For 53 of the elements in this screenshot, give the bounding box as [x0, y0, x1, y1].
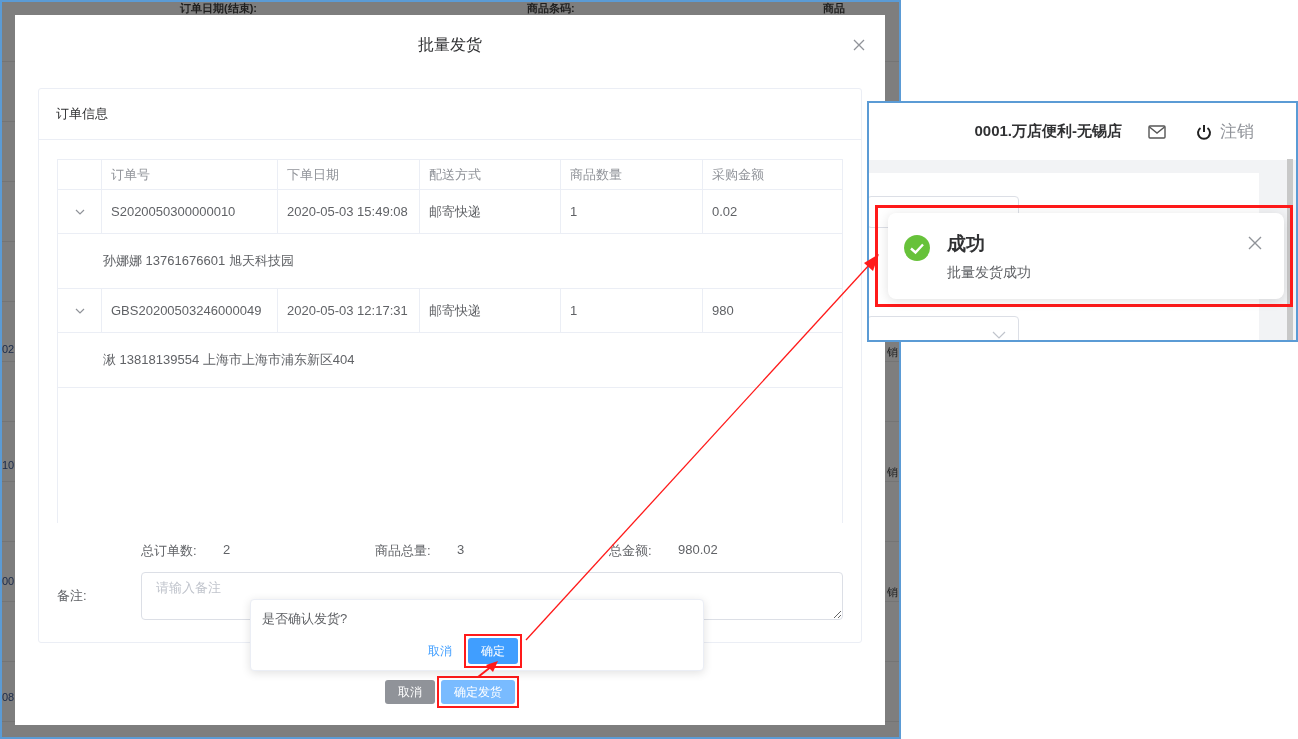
- column-header: 订单号: [102, 160, 278, 189]
- logout-link[interactable]: 注销: [1196, 120, 1254, 143]
- summary-value: 980.02: [678, 542, 718, 559]
- table-cell: GBS20200503246000049: [102, 289, 278, 332]
- address-text: 湫 13818139554 上海市上海市浦东新区404: [103, 351, 355, 369]
- power-icon: [1196, 123, 1212, 140]
- form-label: 订单日期(结束):: [180, 2, 257, 14]
- close-icon[interactable]: [853, 39, 865, 51]
- form-label: 商品: [822, 2, 845, 14]
- table-cell: 02: [2, 342, 15, 356]
- summary-label: 商品总量:: [375, 542, 432, 560]
- cancel-link[interactable]: 取消: [422, 638, 458, 664]
- notification-message: 批量发货成功: [947, 264, 1031, 282]
- field-label: 备注:: [57, 587, 88, 605]
- scrollbar[interactable]: [1287, 159, 1293, 340]
- select-field[interactable]: [869, 316, 1019, 340]
- form-label: 商品条码:: [527, 2, 575, 14]
- action-button[interactable]: 确定发货: [441, 680, 515, 704]
- table-cell: 1: [561, 190, 703, 233]
- table-cell: 销: [887, 345, 898, 359]
- table-cell: 销: [887, 465, 898, 479]
- column-header: 商品数量: [561, 160, 703, 189]
- table-cell-text: 0.02: [711, 203, 739, 221]
- logout-text: 注销: [1220, 121, 1254, 143]
- address-text: 孙娜娜 13761676601 旭天科技园: [103, 252, 294, 270]
- check-icon: [904, 235, 930, 261]
- table-cell: 销: [887, 585, 898, 599]
- column-header: 采购金额: [711, 165, 765, 184]
- table-cell: 2020-05-03 15:49:08: [278, 190, 420, 233]
- chevron-icon: [992, 331, 1006, 339]
- action-button[interactable]: 取消: [385, 680, 435, 704]
- close-icon[interactable]: [1248, 236, 1262, 250]
- table-cell: 邮寄快递: [420, 190, 561, 233]
- table-cell: 10: [2, 458, 15, 472]
- summary-label: 总金额:: [609, 542, 653, 560]
- mail-icon: [1148, 124, 1166, 139]
- dialog-title: 批量发货: [418, 34, 482, 55]
- table-cell: 2020-05-03 12:17:31: [278, 289, 420, 332]
- table-cell: 00: [2, 574, 15, 588]
- action-button[interactable]: 确定: [468, 638, 518, 664]
- store-name: 0001.万店便利-无锡店: [974, 122, 1122, 141]
- table-cell: 邮寄快递: [420, 289, 561, 332]
- card-title: 订单信息: [56, 105, 108, 123]
- column-header: 下单日期: [278, 160, 420, 189]
- table-cell-text: 980: [711, 302, 735, 320]
- summary-label: 总订单数:: [141, 542, 198, 560]
- table-cell: 1: [561, 289, 703, 332]
- column-header: 配送方式: [420, 160, 561, 189]
- summary-value: 3: [457, 542, 465, 559]
- summary-value: 2: [223, 542, 231, 559]
- table-cell: S2020050300000010: [102, 190, 278, 233]
- table-cell: 08: [2, 690, 15, 704]
- notification-title: 成功: [947, 232, 986, 256]
